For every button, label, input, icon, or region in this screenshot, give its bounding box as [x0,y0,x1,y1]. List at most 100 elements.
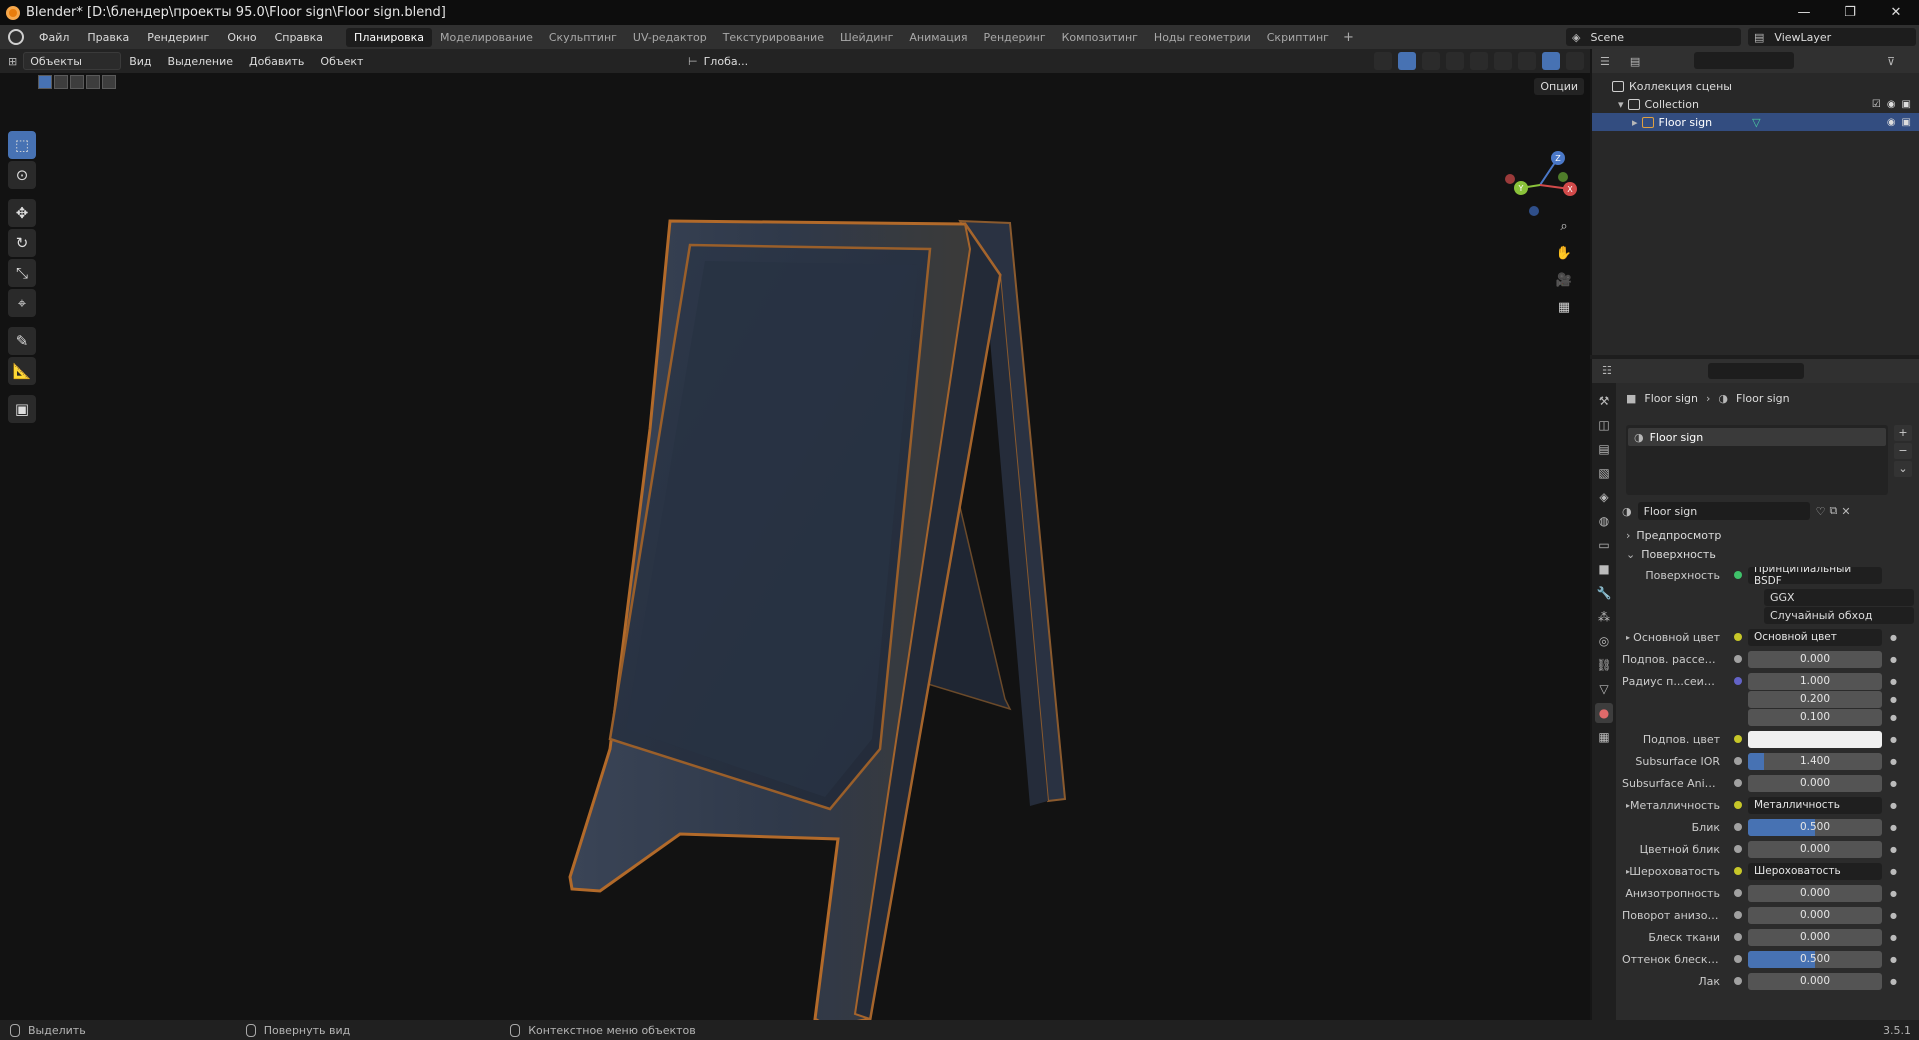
material-tab-icon[interactable]: ● [1595,703,1613,723]
pan-hand-icon[interactable]: ✋ [1555,246,1573,264]
select-invert-icon[interactable] [86,75,100,89]
input-socket-icon[interactable] [1734,867,1742,875]
input-socket-icon[interactable] [1734,889,1742,897]
maximize-button[interactable]: ❐ [1827,0,1873,25]
shader-input-field[interactable]: Основной цвет [1748,628,1882,646]
scale-tool-icon[interactable]: ⤡ [8,259,36,287]
navigation-gizmo[interactable]: Z Y X [1500,145,1580,225]
collection-row[interactable]: ▾ Collection ☑ ◉ ▣ [1592,95,1919,113]
3d-viewport[interactable]: ⊞ Объекты Вид Выделение Добавить Объект … [0,49,1590,1020]
keyframe-dot-icon[interactable]: ● [1890,977,1897,986]
shader-input-field[interactable]: 0.000 [1748,884,1882,902]
select-intersect-icon[interactable] [102,75,116,89]
menu-object[interactable]: Объект [312,55,371,68]
eye-icon[interactable]: ◉ [1887,117,1896,128]
surface-section[interactable]: ⌄ Поверхность [1622,544,1914,564]
input-socket-icon[interactable] [1734,757,1742,765]
preview-section[interactable]: › Предпросмотр [1622,525,1914,545]
shader-input-field[interactable]: 1.000 [1748,672,1882,690]
particles-tab-icon[interactable]: ⁂ [1595,607,1613,627]
rotate-tool-icon[interactable]: ↻ [8,229,36,257]
modifier-tab-icon[interactable]: 🔧 [1595,583,1613,603]
options-dropdown[interactable]: Опции [1534,78,1584,95]
select-new-icon[interactable] [38,75,52,89]
transform-tool-icon[interactable]: ⌖ [8,289,36,317]
view-layer-selector[interactable]: ▤ ViewLayer [1748,28,1916,46]
shader-input-field[interactable]: 1.400 [1748,752,1882,770]
properties-editor-icon[interactable]: ☷ [1602,364,1612,377]
menu-select[interactable]: Выделение [160,55,242,68]
distribution-dropdown[interactable]: GGX [1764,589,1914,606]
workspace-tab-compositing[interactable]: Композитинг [1054,28,1146,47]
menu-view[interactable]: Вид [121,55,159,68]
color-swatch[interactable] [1748,730,1882,748]
overlay-toggle-icon[interactable] [1422,52,1440,70]
filter-icon[interactable]: ⊽ [1887,55,1895,68]
shading-wireframe-icon[interactable] [1470,52,1488,70]
visibility-icon[interactable] [1374,52,1392,70]
input-socket-icon[interactable] [1734,655,1742,663]
unlink-icon[interactable]: ✕ [1841,505,1850,518]
shader-input-field[interactable]: 0.200 [1748,690,1882,708]
view-layer-tab-icon[interactable]: ▧ [1595,463,1613,483]
keyframe-dot-icon[interactable]: ● [1890,695,1897,704]
workspace-tab-texture-paint[interactable]: Текстурирование [715,28,832,47]
blender-menu-icon[interactable] [8,29,24,45]
properties-search-input[interactable] [1708,363,1804,379]
world-tab-icon[interactable]: ◍ [1595,511,1613,531]
shader-input-field[interactable]: Металличность [1748,796,1882,814]
shading-material-icon[interactable] [1518,52,1536,70]
shader-input-field[interactable]: 0.000 [1748,650,1882,668]
camera-icon[interactable]: ▣ [1902,99,1911,110]
expand-arrow-icon[interactable]: ▸ [1626,633,1630,642]
expand-arrow-icon[interactable]: ▸ [1626,801,1630,810]
expand-arrow-icon[interactable]: ▸ [1632,116,1638,129]
workspace-tab-uv-editing[interactable]: UV-редактор [625,28,715,47]
transform-orientation-dropdown[interactable]: ⊢ Глоба... [688,52,748,70]
zoom-icon[interactable]: ⌕ [1555,219,1573,237]
pause-render-icon[interactable] [1566,52,1584,70]
camera-icon[interactable]: ▣ [1902,117,1911,128]
texture-tab-icon[interactable]: ▦ [1595,727,1613,747]
duplicate-icon[interactable]: ⧉ [1829,504,1837,518]
select-box-tool-icon[interactable]: ⬚ [8,131,36,159]
shading-rendered-icon[interactable] [1542,52,1560,70]
xray-icon[interactable] [1446,52,1464,70]
keyframe-dot-icon[interactable]: ● [1890,713,1897,722]
shader-input-field[interactable]: Шероховатость [1748,862,1882,880]
measure-tool-icon[interactable]: 📐 [8,357,36,385]
add-cube-tool-icon[interactable]: ▣ [8,395,36,423]
editor-type-icon[interactable]: ⊞ [8,55,17,68]
keyframe-dot-icon[interactable]: ● [1890,655,1897,664]
keyframe-dot-icon[interactable]: ● [1890,757,1897,766]
expand-arrow-icon[interactable]: ▾ [1618,98,1624,111]
expand-arrow-icon[interactable]: ▸ [1626,867,1630,876]
workspace-tab-shading[interactable]: Шейдинг [832,28,901,47]
input-socket-icon[interactable] [1734,933,1742,941]
workspace-tab-scripting[interactable]: Скриптинг [1259,28,1337,47]
menu-window[interactable]: Окно [218,31,265,44]
cursor-tool-icon[interactable]: ⊙ [8,161,36,189]
keyframe-dot-icon[interactable]: ● [1890,801,1897,810]
camera-view-icon[interactable]: 🎥 [1555,273,1573,291]
physics-tab-icon[interactable]: ◎ [1595,631,1613,651]
perspective-grid-icon[interactable]: ▦ [1555,300,1573,318]
shader-input-field[interactable]: 0.000 [1748,972,1882,990]
shader-input-field[interactable]: 0.500 [1748,818,1882,836]
move-tool-icon[interactable]: ✥ [8,199,36,227]
shader-input-field[interactable]: 0.000 [1748,840,1882,858]
remove-slot-icon[interactable]: − [1894,443,1912,459]
mesh-data-icon[interactable]: ▽ [1752,116,1760,129]
shader-input-field[interactable]: 0.000 [1748,774,1882,792]
menu-edit[interactable]: Правка [78,31,138,44]
object-tab-icon[interactable]: ■ [1595,559,1613,579]
input-socket-icon[interactable] [1734,779,1742,787]
gizmo-toggle-icon[interactable] [1398,52,1416,70]
material-name-field[interactable]: Floor sign [1637,502,1810,520]
checkbox-icon[interactable]: ☑ [1872,99,1881,110]
add-workspace-button[interactable]: + [1337,30,1360,45]
subsurface-method-dropdown[interactable]: Случайный обход [1764,607,1914,624]
display-mode-icon[interactable]: ▤ [1630,55,1640,68]
keyframe-dot-icon[interactable]: ● [1890,933,1897,942]
material-browse-icon[interactable]: ◑ [1622,505,1632,518]
